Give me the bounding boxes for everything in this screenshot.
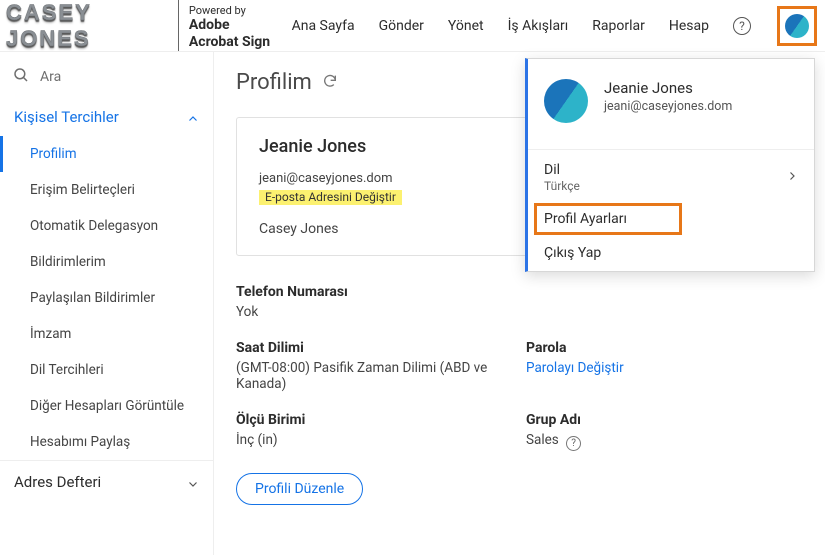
avatar-icon [785,14,809,38]
sidebar-item-lang-prefs[interactable]: Dil Tercihleri [0,352,213,388]
nav-workflows[interactable]: İş Akışları [508,18,569,34]
timezone-block: Saat Dilimi (GMT-08:00) Pasifik Zaman Di… [236,340,506,392]
sidebar-item-signature[interactable]: İmzam [0,316,213,352]
powered-label: Powered by [189,4,292,17]
popover-signout-label: Çıkış Yap [544,245,601,261]
app-header: CASEY JONES Powered by Adobe Acrobat Sig… [0,0,825,52]
avatar-button[interactable] [777,6,817,46]
chevron-right-icon [786,170,798,186]
help-icon[interactable]: ? [733,17,751,35]
group-label: Grup Adı [526,412,796,428]
popover-language-row[interactable]: Dil Türkçe [528,152,814,203]
search-icon [12,66,30,88]
unit-value: İnç (in) [236,432,506,448]
group-value: Sales ? [526,432,796,451]
sidebar-section-addressbook-label: Adres Defteri [14,473,101,491]
brand-logo: CASEY JONES [0,0,178,52]
unit-block: Ölçü Birimi İnç (in) [236,412,506,451]
refresh-icon[interactable] [322,70,338,95]
powered-brand-2: Acrobat Sign [189,34,292,51]
sidebar-section-personal[interactable]: Kişisel Tercihler [0,96,213,136]
info-icon[interactable]: ? [566,436,581,451]
sidebar-item-shared-notif[interactable]: Paylaşılan Bildirimler [0,280,213,316]
edit-profile-button[interactable]: Profili Düzenle [236,473,363,505]
popover-header: Jeanie Jones jeani@caseyjones.dom [528,59,814,147]
popover-lang-value: Türkçe [544,179,580,193]
popover-profile-settings[interactable]: Profil Ayarları [534,203,682,235]
popover-avatar-icon [544,79,588,123]
nav-home[interactable]: Ana Sayfa [292,18,355,34]
popover-settings-label: Profil Ayarları [544,211,627,227]
powered-by: Powered by Adobe Acrobat Sign [178,0,292,51]
nav-account[interactable]: Hesap [669,18,709,34]
sidebar-items: Profilim Erişim Belirteçleri Otomatik De… [0,136,213,460]
profile-popover: Jeanie Jones jeani@caseyjones.dom Dil Tü… [525,58,815,272]
change-password-link[interactable]: Parolayı Değiştir [526,360,796,376]
nav-send[interactable]: Gönder [379,18,424,34]
sidebar-item-profile[interactable]: Profilim [0,136,213,172]
tz-value: (GMT-08:00) Pasifik Zaman Dilimi (ABD ve… [236,360,506,392]
sidebar-item-share-account[interactable]: Hesabımı Paylaş [0,424,213,460]
brand-name: CASEY JONES [6,0,178,52]
unit-label: Ölçü Birimi [236,412,506,428]
sidebar: Ara Kişisel Tercihler Profilim Erişim Be… [0,52,214,555]
page-title: Profilim [236,70,312,95]
sidebar-item-view-accounts[interactable]: Diğer Hesapları Görüntüle [0,388,213,424]
chevron-up-icon [187,111,199,123]
popover-signout[interactable]: Çıkış Yap [528,235,814,271]
phone-value: Yok [236,304,506,320]
chevron-down-icon [187,476,199,488]
sidebar-item-notifications[interactable]: Bildirimlerim [0,244,213,280]
profile-details-grid: Telefon Numarası Yok Saat Dilimi (GMT-08… [236,284,796,451]
phone-block: Telefon Numarası Yok [236,284,506,320]
nav-manage[interactable]: Yönet [448,18,484,34]
change-email-link[interactable]: E-posta Adresini Değiştir [259,190,402,205]
pw-label: Parola [526,340,796,356]
popover-email: jeani@caseyjones.dom [604,99,732,114]
group-block: Grup Adı Sales ? [526,412,796,451]
popover-name: Jeanie Jones [604,79,732,97]
sidebar-item-delegation[interactable]: Otomatik Delegasyon [0,208,213,244]
sidebar-section-personal-label: Kişisel Tercihler [14,108,119,126]
search-placeholder: Ara [40,69,61,85]
top-nav: Ana Sayfa Gönder Yönet İş Akışları Rapor… [292,0,825,52]
sidebar-item-tokens[interactable]: Erişim Belirteçleri [0,172,213,208]
sidebar-search[interactable]: Ara [0,58,213,96]
powered-brand-1: Adobe [189,17,292,34]
popover-lang-label: Dil [544,162,580,178]
password-block: Parola Parolayı Değiştir [526,340,796,392]
phone-label: Telefon Numarası [236,284,506,300]
nav-reports[interactable]: Raporlar [592,18,645,34]
tz-label: Saat Dilimi [236,340,506,356]
group-value-text: Sales [526,432,559,448]
sidebar-section-addressbook[interactable]: Adres Defteri [0,460,213,501]
